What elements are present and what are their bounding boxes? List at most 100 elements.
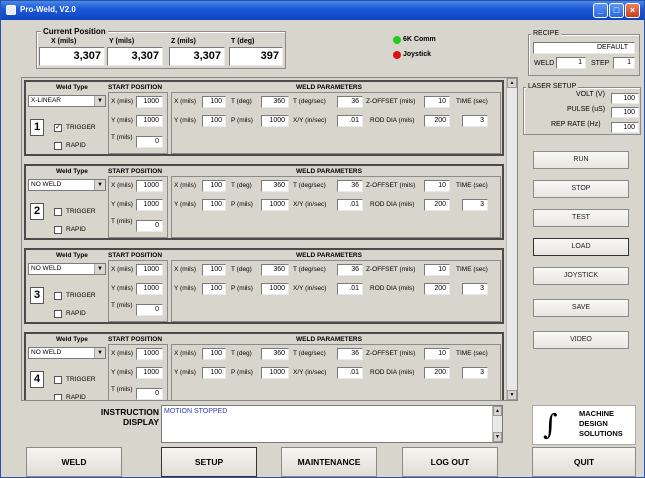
- param-time-input[interactable]: 3: [462, 367, 488, 379]
- start-t-input[interactable]: 0: [136, 136, 163, 148]
- recipe-step-label: STEP: [591, 60, 610, 67]
- test-button[interactable]: TEST: [533, 209, 629, 227]
- param-tdegsec-input[interactable]: 36: [337, 264, 363, 276]
- param-zoffset-input[interactable]: 10: [424, 96, 450, 108]
- param-time-label: TIME (sec): [456, 350, 488, 357]
- start-x-input[interactable]: 1000: [136, 180, 163, 192]
- weld-list-scrollbar[interactable]: ▲ ▼: [506, 78, 517, 400]
- start-y-input[interactable]: 1000: [136, 115, 163, 127]
- param-tdeg-input[interactable]: 360: [261, 348, 289, 360]
- weld-parameters-label: WELD PARAMETERS: [296, 252, 362, 259]
- param-x-input[interactable]: 100: [202, 180, 226, 192]
- laser-rep-rate-input[interactable]: 100: [611, 122, 639, 133]
- setup-tab-button[interactable]: SETUP: [161, 447, 257, 477]
- trigger-checkbox[interactable]: [54, 376, 62, 384]
- param-time-input[interactable]: 3: [462, 199, 488, 211]
- weld-type-value: NO WELD: [31, 265, 62, 272]
- video-button[interactable]: VIDEO: [533, 331, 629, 349]
- param-time-input[interactable]: 3: [462, 115, 488, 127]
- chevron-down-icon[interactable]: ▼: [94, 264, 105, 274]
- weld-type-select[interactable]: NO WELD ▼: [28, 263, 106, 275]
- load-button[interactable]: LOAD: [533, 238, 629, 256]
- weld-type-select[interactable]: NO WELD ▼: [28, 347, 106, 359]
- start-y-input[interactable]: 1000: [136, 199, 163, 211]
- start-t-label: T (mils): [111, 134, 133, 141]
- param-rod-input[interactable]: 200: [424, 283, 450, 295]
- instruction-scroll-down[interactable]: ▼: [493, 432, 502, 442]
- minimize-button[interactable]: _: [593, 3, 608, 18]
- param-zoffset-input[interactable]: 10: [424, 348, 450, 360]
- param-pmils-input[interactable]: 1000: [261, 115, 289, 127]
- weld-parameters-label: WELD PARAMETERS: [296, 336, 362, 343]
- weld-type-select[interactable]: X-LINEAR ▼: [28, 95, 106, 107]
- start-y-input[interactable]: 1000: [136, 283, 163, 295]
- start-t-input[interactable]: 0: [136, 388, 163, 400]
- scroll-down-arrow[interactable]: ▼: [507, 390, 517, 400]
- maximize-button[interactable]: □: [609, 3, 624, 18]
- param-pmils-input[interactable]: 1000: [261, 367, 289, 379]
- param-xyinsec-input[interactable]: .01: [337, 115, 363, 127]
- param-time-input[interactable]: 3: [462, 283, 488, 295]
- start-x-input[interactable]: 1000: [136, 348, 163, 360]
- rapid-label: RAPID: [66, 142, 86, 149]
- laser-pulse-input[interactable]: 100: [611, 107, 639, 118]
- rapid-checkbox[interactable]: [54, 226, 62, 234]
- param-x-input[interactable]: 100: [202, 348, 226, 360]
- param-x-input[interactable]: 100: [202, 96, 226, 108]
- joystick-button[interactable]: JOYSTICK: [533, 267, 629, 285]
- start-x-input[interactable]: 1000: [136, 96, 163, 108]
- trigger-checkbox[interactable]: [54, 208, 62, 216]
- param-xyinsec-input[interactable]: .01: [337, 367, 363, 379]
- chevron-down-icon[interactable]: ▼: [94, 180, 105, 190]
- param-y-input[interactable]: 100: [202, 199, 226, 211]
- param-tdegsec-input[interactable]: 36: [337, 180, 363, 192]
- close-button[interactable]: ×: [625, 3, 640, 18]
- param-rod-input[interactable]: 200: [424, 199, 450, 211]
- trigger-label: TRIGGER: [66, 124, 96, 131]
- start-y-input[interactable]: 1000: [136, 367, 163, 379]
- weld-panel: Weld Type X-LINEAR ▼ 1 ✓ TRIGGER RAPID S…: [24, 80, 504, 156]
- chevron-down-icon[interactable]: ▼: [94, 348, 105, 358]
- param-y-input[interactable]: 100: [202, 367, 226, 379]
- rapid-checkbox[interactable]: [54, 394, 62, 400]
- param-tdeg-input[interactable]: 360: [261, 264, 289, 276]
- param-zoffset-input[interactable]: 10: [424, 180, 450, 192]
- instruction-scroll-up[interactable]: ▲: [493, 406, 502, 416]
- chevron-down-icon[interactable]: ▼: [94, 96, 105, 106]
- rapid-checkbox[interactable]: [54, 142, 62, 150]
- quit-button[interactable]: QUIT: [532, 447, 636, 477]
- param-xyinsec-input[interactable]: .01: [337, 283, 363, 295]
- laser-setup-title: LASER SETUP: [526, 83, 579, 90]
- weld-tab-button[interactable]: WELD: [26, 447, 122, 477]
- logo-line2: DESIGN: [579, 419, 608, 428]
- start-x-input[interactable]: 1000: [136, 264, 163, 276]
- stop-button[interactable]: STOP: [533, 180, 629, 198]
- weld-type-select[interactable]: NO WELD ▼: [28, 179, 106, 191]
- param-x-input[interactable]: 100: [202, 264, 226, 276]
- save-button[interactable]: SAVE: [533, 299, 629, 317]
- param-rod-input[interactable]: 200: [424, 367, 450, 379]
- param-zoffset-input[interactable]: 10: [424, 264, 450, 276]
- param-rod-input[interactable]: 200: [424, 115, 450, 127]
- param-pmils-input[interactable]: 1000: [261, 199, 289, 211]
- param-tdeg-input[interactable]: 360: [261, 96, 289, 108]
- param-tdegsec-input[interactable]: 36: [337, 348, 363, 360]
- maintenance-tab-button[interactable]: MAINTENANCE: [281, 447, 377, 477]
- param-xyinsec-input[interactable]: .01: [337, 199, 363, 211]
- trigger-checkbox[interactable]: ✓: [54, 124, 62, 132]
- param-y-input[interactable]: 100: [202, 115, 226, 127]
- instruction-scrollbar[interactable]: ▲ ▼: [492, 406, 502, 442]
- logout-button[interactable]: LOG OUT: [402, 447, 498, 477]
- param-tdeg-input[interactable]: 360: [261, 180, 289, 192]
- rapid-checkbox[interactable]: [54, 310, 62, 318]
- start-t-input[interactable]: 0: [136, 304, 163, 316]
- start-t-input[interactable]: 0: [136, 220, 163, 232]
- scroll-up-arrow[interactable]: ▲: [507, 78, 517, 88]
- laser-volt-input[interactable]: 100: [611, 93, 639, 104]
- param-tdegsec-input[interactable]: 36: [337, 96, 363, 108]
- param-pmils-input[interactable]: 1000: [261, 283, 289, 295]
- run-button[interactable]: RUN: [533, 151, 629, 169]
- trigger-checkbox[interactable]: [54, 292, 62, 300]
- param-y-input[interactable]: 100: [202, 283, 226, 295]
- start-position-label: START POSITION: [108, 84, 163, 91]
